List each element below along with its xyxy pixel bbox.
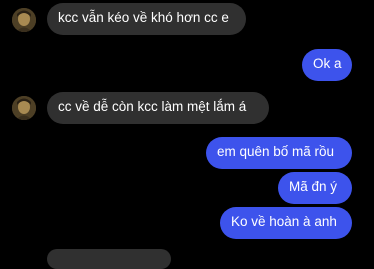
message-bubble-outgoing[interactable]: Mã đn ý [278,172,352,204]
message-bubble-outgoing[interactable]: Ok a [302,49,352,81]
message-bubble-incoming[interactable]: cc về dễ còn kcc làm mệt lắm á [47,92,269,124]
contact-avatar-icon[interactable] [12,96,36,120]
contact-avatar-icon[interactable] [12,8,36,32]
message-bubble-partial [47,249,171,269]
message-bubble-incoming[interactable]: kcc vẫn kéo về khó hơn cc e [47,3,246,35]
message-bubble-outgoing[interactable]: em quên bố mã rồu [206,137,352,169]
message-thread: kcc vẫn kéo về khó hơn cc e Ok a cc về d… [0,0,374,269]
message-bubble-outgoing[interactable]: Ko về hoàn à anh [220,207,352,239]
